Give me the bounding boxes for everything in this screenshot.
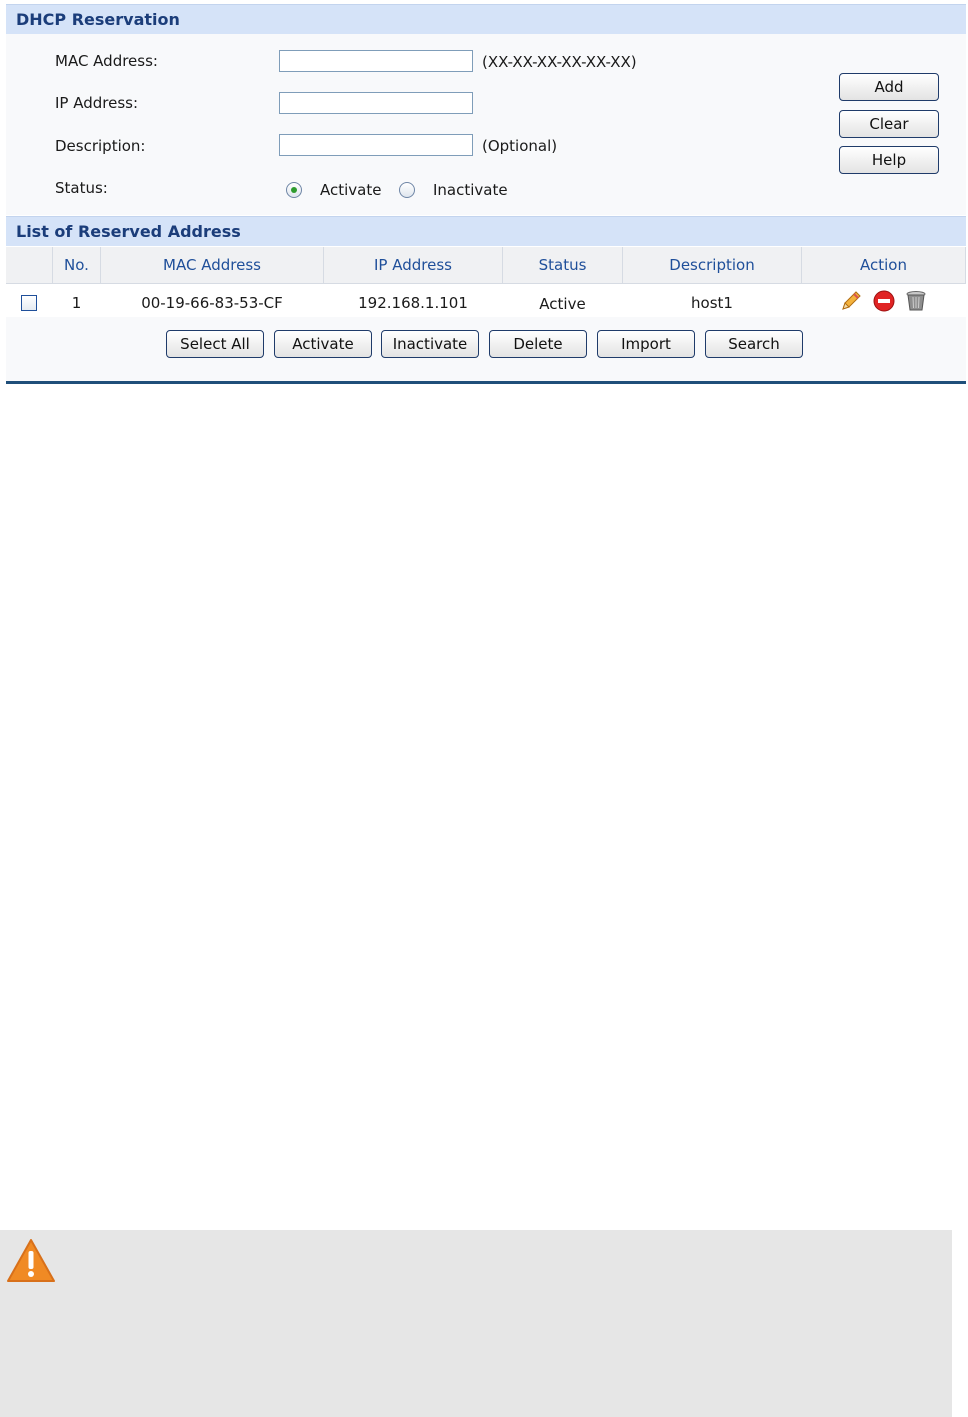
- warning-icon: [6, 1238, 56, 1288]
- column-header-ip: IP Address: [323, 247, 503, 284]
- row-description: host1: [622, 283, 802, 322]
- column-header-select: [6, 247, 53, 284]
- status-activate-radio[interactable]: [286, 182, 302, 198]
- column-header-status: Status: [502, 247, 623, 284]
- section-title-dhcp-reservation: DHCP Reservation: [6, 4, 966, 34]
- description-label: Description:: [55, 137, 146, 155]
- status-label: Status:: [55, 179, 108, 197]
- column-header-description: Description: [622, 247, 802, 284]
- edit-icon[interactable]: [839, 289, 863, 317]
- status-inactivate-label: Inactivate: [433, 181, 508, 199]
- mac-address-hint: (XX-XX-XX-XX-XX-XX): [482, 53, 637, 71]
- note-box: [0, 1230, 952, 1417]
- row-select-cell: [6, 283, 53, 322]
- select-all-button[interactable]: Select All: [166, 330, 264, 358]
- row-mac: 00-19-66-83-53-CF: [100, 283, 324, 322]
- table-row: 1 00-19-66-83-53-CF 192.168.1.101 Active…: [6, 283, 966, 322]
- delete-icon[interactable]: [904, 289, 928, 317]
- reserved-address-table: No. MAC Address IP Address Status Descri…: [6, 247, 966, 322]
- add-button[interactable]: Add: [839, 73, 939, 101]
- ip-address-input[interactable]: [279, 92, 473, 114]
- status-inactivate-radio[interactable]: [399, 182, 415, 198]
- row-status: Active: [502, 283, 623, 322]
- status-activate-label: Activate: [320, 181, 382, 199]
- description-hint: (Optional): [482, 137, 558, 155]
- inactivate-button[interactable]: Inactivate: [381, 330, 479, 358]
- search-button[interactable]: Search: [705, 330, 803, 358]
- column-header-no: No.: [52, 247, 101, 284]
- mac-address-label: MAC Address:: [55, 52, 158, 70]
- delete-button[interactable]: Delete: [489, 330, 587, 358]
- row-actions: [801, 283, 966, 322]
- row-checkbox[interactable]: [21, 295, 38, 311]
- import-button[interactable]: Import: [597, 330, 695, 358]
- section-title-reserved-list: List of Reserved Address: [6, 216, 966, 246]
- section-divider: [6, 381, 966, 384]
- help-button[interactable]: Help: [839, 146, 939, 174]
- disable-icon[interactable]: [872, 289, 896, 317]
- table-header-row: No. MAC Address IP Address Status Descri…: [6, 247, 966, 284]
- ip-address-label: IP Address:: [55, 94, 139, 112]
- clear-button[interactable]: Clear: [839, 110, 939, 138]
- list-button-bar: [6, 317, 966, 381]
- column-header-action: Action: [801, 247, 966, 284]
- activate-button[interactable]: Activate: [274, 330, 372, 358]
- row-no: 1: [52, 283, 101, 322]
- column-header-mac: MAC Address: [100, 247, 324, 284]
- row-ip: 192.168.1.101: [323, 283, 503, 322]
- description-input[interactable]: [279, 134, 473, 156]
- mac-address-input[interactable]: [279, 50, 473, 72]
